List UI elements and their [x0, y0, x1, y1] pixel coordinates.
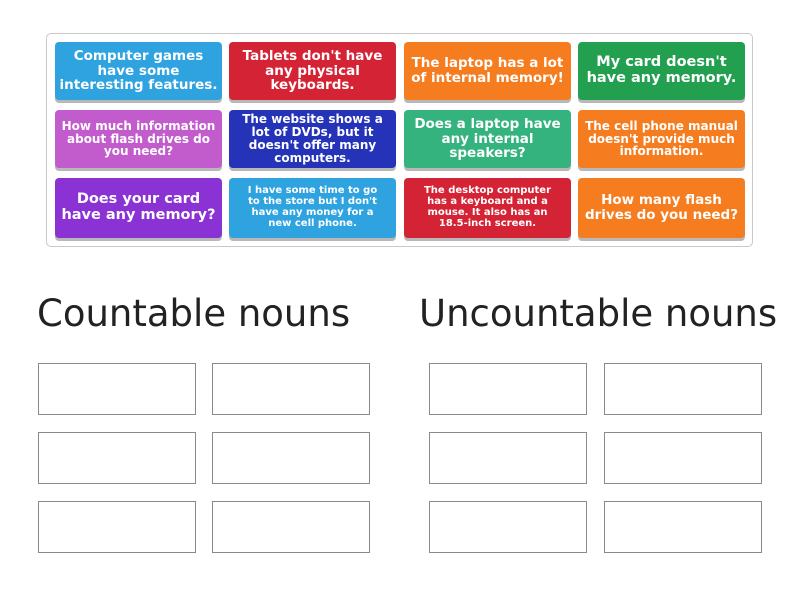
countable-drop-slot[interactable]: [212, 501, 370, 553]
card-text: The desktop computer has a keyboard and …: [423, 185, 552, 229]
card-text: How much information about flash drives …: [61, 118, 216, 159]
card-time-money[interactable]: I have some time to go to the store but …: [229, 178, 396, 238]
uncountable-drop-slot[interactable]: [604, 432, 762, 484]
card-text: Computer games have some interesting fea…: [59, 48, 218, 94]
card-text: Does your card have any memory?: [61, 191, 216, 223]
card-laptop-speakers[interactable]: Does a laptop have any internal speakers…: [404, 110, 571, 168]
card-laptop-memory[interactable]: The laptop has a lot of internal memory!: [404, 42, 571, 100]
card-cell-phone-manual[interactable]: The cell phone manual doesn't provide mu…: [578, 110, 745, 168]
card-text: I have some time to go to the store but …: [247, 185, 378, 229]
card-website-dvds[interactable]: The website shows a lot of DVDs, but it …: [229, 110, 396, 168]
countable-drop-slot[interactable]: [212, 432, 370, 484]
countable-heading: Countable nouns: [37, 292, 351, 335]
card-desktop-computer[interactable]: The desktop computer has a keyboard and …: [404, 178, 571, 238]
card-flash-drives-information[interactable]: How much information about flash drives …: [55, 110, 222, 168]
card-computer-games[interactable]: Computer games have some interesting fea…: [55, 42, 222, 100]
uncountable-drop-slot[interactable]: [429, 363, 587, 415]
card-text: The laptop has a lot of internal memory!: [411, 55, 564, 86]
card-text: Does a laptop have any internal speakers…: [414, 116, 561, 162]
card-your-card-memory[interactable]: Does your card have any memory?: [55, 178, 222, 238]
card-text: The cell phone manual doesn't provide mu…: [585, 118, 738, 159]
card-text: The website shows a lot of DVDs, but it …: [242, 112, 383, 165]
countable-drop-slot[interactable]: [38, 501, 196, 553]
card-how-many-flash-drives[interactable]: How many flash drives do you need?: [578, 178, 745, 238]
countable-drop-slot[interactable]: [38, 363, 196, 415]
card-text: Tablets don't have any physical keyboard…: [242, 48, 383, 94]
uncountable-drop-slot[interactable]: [604, 501, 762, 553]
card-tablets-keyboards[interactable]: Tablets don't have any physical keyboard…: [229, 42, 396, 100]
uncountable-drop-slot[interactable]: [604, 363, 762, 415]
uncountable-drop-slot[interactable]: [429, 432, 587, 484]
card-text: My card doesn't have any memory.: [586, 54, 737, 86]
uncountable-heading: Uncountable nouns: [419, 292, 778, 335]
card-my-card-memory[interactable]: My card doesn't have any memory.: [578, 42, 745, 100]
card-text: How many flash drives do you need?: [584, 192, 739, 223]
countable-drop-slot[interactable]: [38, 432, 196, 484]
countable-drop-slot[interactable]: [212, 363, 370, 415]
uncountable-drop-slot[interactable]: [429, 501, 587, 553]
